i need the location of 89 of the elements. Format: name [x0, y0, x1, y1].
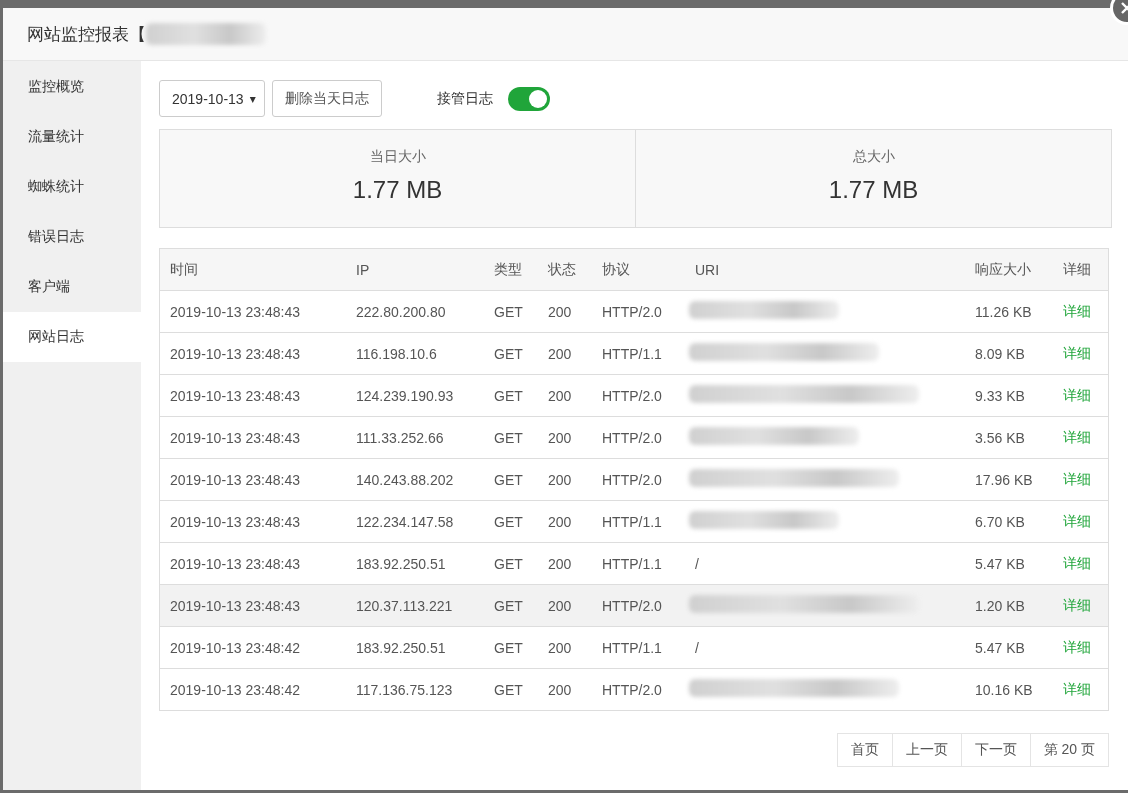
table-cell: 200: [538, 290, 592, 333]
table-cell: GET: [484, 626, 538, 669]
table-cell: 17.96 KB: [965, 458, 1053, 501]
column-header: IP: [346, 249, 484, 291]
table-cell: HTTP/2.0: [592, 416, 685, 459]
date-select[interactable]: 2019-10-13 ▾: [159, 80, 265, 117]
stat-label: 当日大小: [369, 148, 426, 166]
table-cell: 111.33.252.66: [346, 416, 484, 459]
column-header: 详细: [1053, 249, 1108, 291]
column-header: URI: [685, 249, 965, 291]
table-cell: 116.198.10.6: [346, 332, 484, 375]
sidebar-item[interactable]: 网站日志: [3, 312, 141, 362]
page-link[interactable]: 上一页: [891, 733, 962, 767]
table-cell: 2019-10-13 23:48:43: [160, 500, 346, 543]
table-cell: HTTP/2.0: [592, 458, 685, 501]
table-cell: /: [685, 626, 965, 669]
table-cell: /: [685, 542, 965, 585]
table-cell: GET: [484, 500, 538, 543]
table-cell: GET: [484, 584, 538, 627]
table-cell: 2019-10-13 23:48:43: [160, 542, 346, 585]
table-cell: 222.80.200.80: [346, 290, 484, 333]
table-cell: GET: [484, 374, 538, 417]
sidebar-item[interactable]: 客户端: [3, 262, 141, 312]
table-cell: 6.70 KB: [965, 500, 1053, 543]
table-cell: 200: [538, 626, 592, 669]
table-cell: 2019-10-13 23:48:43: [160, 290, 346, 333]
page-link[interactable]: 下一页: [960, 733, 1031, 767]
table-cell: 8.09 KB: [965, 332, 1053, 375]
table-cell: 200: [538, 584, 592, 627]
takeover-switch[interactable]: [507, 86, 550, 111]
table-cell: 183.92.250.51: [346, 542, 484, 585]
table-cell: GET: [484, 668, 538, 711]
table-cell: 2019-10-13 23:48:43: [160, 332, 346, 375]
stat-label: 总大小: [852, 148, 895, 166]
page-link[interactable]: 第 20 页: [1029, 733, 1109, 767]
takeover-label: 接管日志: [436, 89, 493, 108]
table-cell: HTTP/1.1: [592, 332, 685, 375]
table-cell: GET: [484, 458, 538, 501]
table-cell: 2019-10-13 23:48:42: [160, 668, 346, 711]
delete-log-button[interactable]: 删除当天日志: [271, 80, 382, 117]
table-cell: 200: [538, 668, 592, 711]
stat-value: 1.77 MB: [352, 176, 443, 204]
sidebar-item[interactable]: 蜘蛛统计: [3, 162, 141, 212]
table-cell: GET: [484, 542, 538, 585]
table-cell: 2019-10-13 23:48:43: [160, 458, 346, 501]
table-cell: GET: [484, 290, 538, 333]
sidebar-item[interactable]: 错误日志: [3, 212, 141, 262]
table-cell: 200: [538, 416, 592, 459]
page-link[interactable]: 首页: [836, 733, 893, 767]
table-cell: 140.243.88.202: [346, 458, 484, 501]
sidebar-item[interactable]: 监控概览: [3, 62, 141, 112]
table-cell: 200: [538, 458, 592, 501]
table-cell: HTTP/2.0: [592, 668, 685, 711]
sidebar-item[interactable]: 流量统计: [3, 112, 141, 162]
table-cell: 117.136.75.123: [346, 668, 484, 711]
table-cell: 5.47 KB: [965, 542, 1053, 585]
table-cell: 9.33 KB: [965, 374, 1053, 417]
column-header: 协议: [592, 249, 685, 291]
table-cell: 200: [538, 374, 592, 417]
column-header: 响应大小: [965, 249, 1053, 291]
table-cell: 2019-10-13 23:48:42: [160, 626, 346, 669]
table-cell: GET: [484, 416, 538, 459]
column-header: 状态: [538, 249, 592, 291]
table-cell: 200: [538, 500, 592, 543]
table-cell: 3.56 KB: [965, 416, 1053, 459]
table-cell: 1.20 KB: [965, 584, 1053, 627]
table-cell: 2019-10-13 23:48:43: [160, 374, 346, 417]
column-header: 类型: [484, 249, 538, 291]
table-cell: HTTP/2.0: [592, 290, 685, 333]
table-cell: HTTP/1.1: [592, 626, 685, 669]
table-cell: 122.234.147.58: [346, 500, 484, 543]
table-cell: GET: [484, 332, 538, 375]
table-cell: 2019-10-13 23:48:43: [160, 584, 346, 627]
table-cell: 200: [538, 332, 592, 375]
table-cell: HTTP/2.0: [592, 584, 685, 627]
table-cell: 124.239.190.93: [346, 374, 484, 417]
table-cell: HTTP/2.0: [592, 374, 685, 417]
table-cell: 11.26 KB: [965, 290, 1053, 333]
table-cell: 2019-10-13 23:48:43: [160, 416, 346, 459]
table-cell: 5.47 KB: [965, 626, 1053, 669]
column-header: 时间: [160, 249, 346, 291]
table-cell: 10.16 KB: [965, 668, 1053, 711]
table-cell: HTTP/1.1: [592, 500, 685, 543]
dialog-title: 网站监控报表【: [27, 23, 146, 46]
table-cell: HTTP/1.1: [592, 542, 685, 585]
table-cell: 120.37.113.221: [346, 584, 484, 627]
stat-value: 1.77 MB: [828, 176, 919, 204]
table-cell: 200: [538, 542, 592, 585]
table-cell: 183.92.250.51: [346, 626, 484, 669]
